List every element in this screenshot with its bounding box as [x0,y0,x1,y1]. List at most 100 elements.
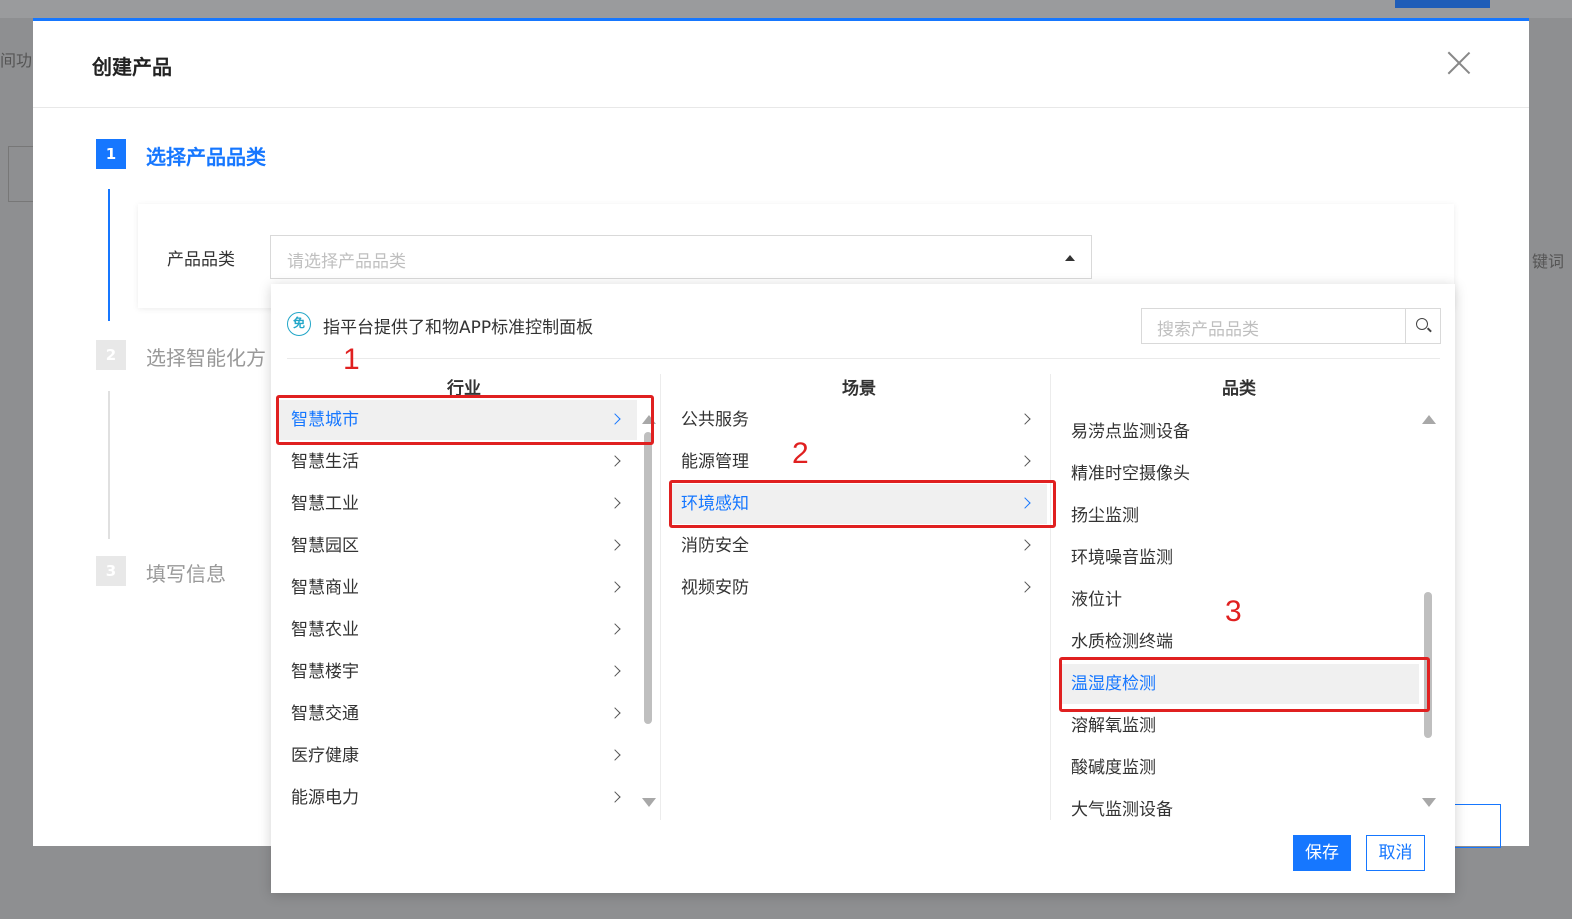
product-category-label: 产品品类 [167,250,235,270]
scene-item[interactable]: 能源管理 [669,442,1047,482]
chevron-right-icon [1019,539,1031,551]
chevron-right-icon [609,707,621,719]
step-line-1 [108,189,110,321]
industry-item-label: 智慧园区 [291,536,359,556]
chevron-right-icon [609,539,621,551]
free-badge-icon: 免 [287,312,311,336]
step-3-number: 3 [96,556,126,586]
modal-header: 创建产品 [33,21,1529,108]
chevron-right-icon [609,665,621,677]
industry-item[interactable]: 智慧农业 [279,610,637,650]
scene-item-label: 消防安全 [681,536,749,556]
scene-item[interactable]: 公共服务 [669,400,1047,440]
scene-item-label: 视频安防 [681,578,749,598]
scroll-thumb[interactable] [644,432,652,724]
category-item[interactable]: 大气监测设备 [1059,790,1419,824]
category-item-label: 水质检测终端 [1071,632,1173,652]
category-scrollbar[interactable] [1422,412,1436,812]
background-topbar [0,0,1572,18]
industry-item-label: 智慧工业 [291,494,359,514]
industry-scrollbar[interactable] [642,412,656,812]
annotation-number-3: 3 [1225,595,1242,628]
scene-item-label: 公共服务 [681,410,749,430]
annotation-number-2: 2 [792,437,809,470]
industry-item-label: 智慧交通 [291,704,359,724]
step-2-label: 选择智能化方 [146,346,266,370]
column-divider [1050,374,1051,820]
category-item-label: 扬尘监测 [1071,506,1139,526]
background-text-right: 键词 [1532,252,1565,271]
chevron-right-icon [609,623,621,635]
step-3-label: 填写信息 [146,562,226,586]
scroll-up-icon[interactable] [1422,415,1436,424]
category-item[interactable]: 酸碱度监测 [1059,748,1419,788]
industry-item-label: 智慧农业 [291,620,359,640]
annotation-box-3 [1059,657,1430,712]
product-category-select[interactable]: 请选择产品品类 [270,235,1092,279]
industry-item-label: 智慧楼宇 [291,662,359,682]
scene-item[interactable]: 消防安全 [669,526,1047,566]
industry-item-label: 智慧生活 [291,452,359,472]
category-item-label: 溶解氧监测 [1071,716,1156,736]
category-item-label: 酸碱度监测 [1071,758,1156,778]
step-line-2 [108,391,110,539]
category-item-label: 环境噪音监测 [1071,548,1173,568]
select-placeholder: 请选择产品品类 [287,252,406,272]
category-search-input[interactable]: 搜索产品品类 [1141,308,1441,344]
annotation-box-1 [276,395,654,445]
chevron-right-icon [609,455,621,467]
column-divider [660,374,661,820]
category-item-label: 易涝点监测设备 [1071,422,1190,442]
search-icon [1416,318,1428,330]
category-cascader-dropdown: 免 指平台提供了和物APP标准控制面板 搜索产品品类 行业 智慧城市 智慧生活 … [271,284,1455,893]
chevron-right-icon [1019,455,1031,467]
industry-item[interactable]: 能源电力 [279,778,637,818]
step-1-label: 选择产品品类 [146,145,266,169]
industry-item[interactable]: 智慧工业 [279,484,637,524]
industry-item[interactable]: 智慧园区 [279,526,637,566]
category-item[interactable]: 精准时空摄像头 [1059,454,1419,494]
search-placeholder: 搜索产品品类 [1157,320,1259,340]
category-item[interactable]: 环境噪音监测 [1059,538,1419,578]
scroll-down-icon[interactable] [1422,798,1436,807]
industry-item-label: 智慧商业 [291,578,359,598]
annotation-number-1: 1 [343,343,360,376]
scroll-down-icon[interactable] [642,798,656,807]
chevron-right-icon [609,581,621,593]
chevron-right-icon [609,497,621,509]
save-button[interactable]: 保存 [1293,835,1351,871]
industry-item-label: 能源电力 [291,788,359,808]
scene-item-label: 能源管理 [681,452,749,472]
chevron-right-icon [1019,581,1031,593]
modal-title: 创建产品 [92,55,172,79]
industry-item[interactable]: 智慧交通 [279,694,637,734]
industry-item[interactable]: 智慧商业 [279,568,637,608]
chevron-right-icon [1019,413,1031,425]
chevron-right-icon [609,791,621,803]
search-button[interactable] [1405,309,1440,343]
scene-column: 场景 公共服务 能源管理 环境感知 消防安全 视频安防 [669,374,1049,824]
category-item[interactable]: 易涝点监测设备 [1059,412,1419,452]
free-panel-note: 指平台提供了和物APP标准控制面板 [323,318,594,338]
chevron-right-icon [609,749,621,761]
industry-item[interactable]: 智慧生活 [279,442,637,482]
annotation-box-2 [669,480,1056,528]
scene-item[interactable]: 视频安防 [669,568,1047,608]
background-button [1395,0,1490,8]
dropdown-divider [287,358,1440,359]
scene-column-title: 场景 [842,379,876,399]
category-item[interactable]: 溶解氧监测 [1059,706,1419,746]
category-item-label: 大气监测设备 [1071,800,1173,820]
industry-item-label: 医疗健康 [291,746,359,766]
category-item[interactable]: 扬尘监测 [1059,496,1419,536]
cancel-button[interactable]: 取消 [1366,835,1425,871]
industry-item[interactable]: 医疗健康 [279,736,637,776]
step-1-number: 1 [96,139,126,169]
category-item-label: 精准时空摄像头 [1071,464,1190,484]
industry-item[interactable]: 智慧楼宇 [279,652,637,692]
caret-up-icon [1065,255,1075,261]
category-item-label: 液位计 [1071,590,1122,610]
category-column-title: 品类 [1222,379,1256,399]
close-icon[interactable] [1445,49,1473,77]
background-tab [8,146,35,202]
